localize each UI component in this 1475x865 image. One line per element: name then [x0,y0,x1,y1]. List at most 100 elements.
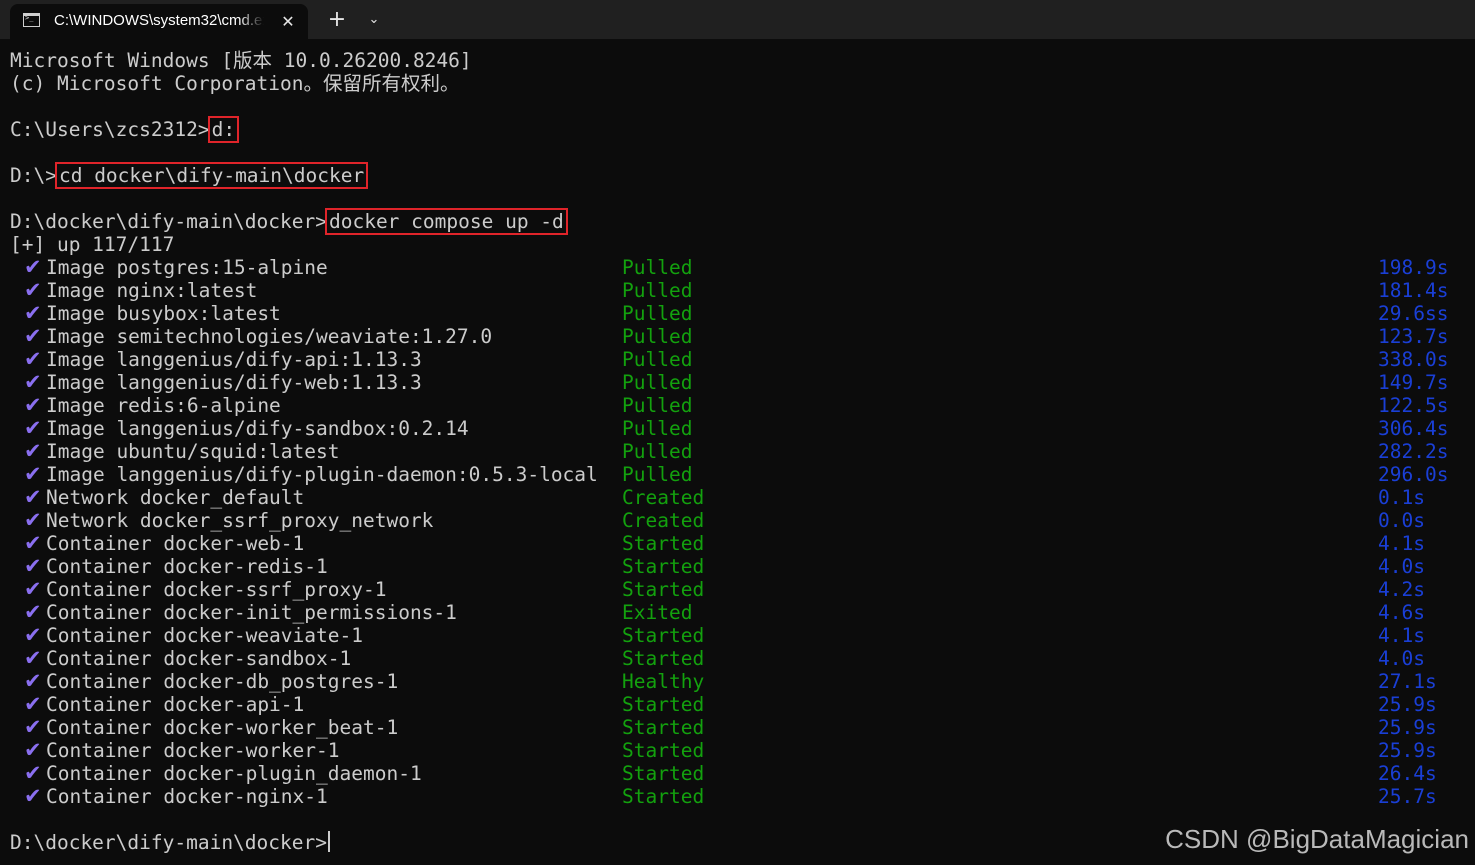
check-icon: ✔ [24,577,42,601]
item-status: Healthy [622,670,705,693]
item-time: 4.0s [1378,647,1425,670]
item-name: Image busybox:latest [46,302,281,325]
item-time: 27.1s [1378,670,1437,693]
item-time: 25.9s [1378,693,1437,716]
item-time: 296.0s [1378,463,1449,486]
item-name: Image redis:6-alpine [46,394,281,417]
item-status: Pulled [622,463,693,486]
item-status: Started [622,785,705,808]
item-name: Image nginx:latest [46,279,258,302]
check-icon: ✔ [24,278,42,302]
progress-line: [+] up 117/117 [10,233,175,256]
item-time: 123.7s [1378,325,1449,348]
item-name: Image postgres:15-alpine [46,256,328,279]
item-name: Image ubuntu/squid:latest [46,440,340,463]
item-time: 4.0s [1378,555,1425,578]
item-name: Container docker-redis-1 [46,555,328,578]
item-status: Created [622,486,705,509]
title-bar: C:\WINDOWS\system32\cmd.exe ✕ + ⌄ [0,0,1475,39]
check-icon: ✔ [24,554,42,578]
check-icon: ✔ [24,738,42,762]
item-status: Exited [622,601,693,624]
item-status: Started [622,693,705,716]
item-time: 0.1s [1378,486,1425,509]
item-name: Image langgenius/dify-plugin-daemon:0.5.… [46,463,598,486]
check-icon: ✔ [24,324,42,348]
item-name: Network docker_default [46,486,305,509]
item-time: 29.6ss [1378,302,1449,325]
check-icon: ✔ [24,623,42,647]
command-prompt: D:\docker\dify-main\docker> [10,210,327,233]
item-status: Created [622,509,705,532]
terminal-output[interactable]: Microsoft Windows [版本 10.0.26200.8246] (… [0,39,1475,865]
item-status: Pulled [622,256,693,279]
check-icon: ✔ [24,301,42,325]
check-icon: ✔ [24,531,42,555]
item-status: Pulled [622,371,693,394]
check-icon: ✔ [24,715,42,739]
item-time: 25.7s [1378,785,1437,808]
check-icon: ✔ [24,646,42,670]
check-icon: ✔ [24,485,42,509]
check-icon: ✔ [24,393,42,417]
text-cursor [327,831,330,852]
item-status: Pulled [622,348,693,371]
command-line: D:\docker\dify-main\docker> docker compos… [10,208,568,235]
item-name: Image langgenius/dify-web:1.13.3 [46,371,422,394]
check-icon: ✔ [24,462,42,486]
item-name: Image langgenius/dify-sandbox:0.2.14 [46,417,469,440]
item-status: Pulled [622,394,693,417]
item-time: 198.9s [1378,256,1449,279]
check-icon: ✔ [24,600,42,624]
item-name: Image langgenius/dify-api:1.13.3 [46,348,422,371]
item-time: 181.4s [1378,279,1449,302]
terminal-header-line: (c) Microsoft Corporation。保留所有权利。 [10,72,460,95]
item-status: Started [622,532,705,555]
terminal-icon [23,13,40,27]
check-icon: ✔ [24,439,42,463]
item-time: 282.2s [1378,440,1449,463]
check-icon: ✔ [24,370,42,394]
item-name: Container docker-web-1 [46,532,305,555]
item-status: Started [622,578,705,601]
command-line: C:\Users\zcs2312> d: [10,116,240,143]
item-status: Started [622,555,705,578]
item-time: 26.4s [1378,762,1437,785]
tab-cmd[interactable]: C:\WINDOWS\system32\cmd.exe ✕ [10,4,308,39]
check-icon: ✔ [24,416,42,440]
command-prompt: D:\> [10,164,57,187]
item-status: Pulled [622,417,693,440]
new-tab-button[interactable]: + [322,6,352,34]
item-name: Container docker-sandbox-1 [46,647,352,670]
close-tab-icon[interactable]: ✕ [276,10,300,34]
item-time: 4.2s [1378,578,1425,601]
item-status: Pulled [622,440,693,463]
final-prompt-line[interactable]: D:\docker\dify-main\docker> [10,831,330,854]
item-name: Container docker-nginx-1 [46,785,328,808]
command-prompt: C:\Users\zcs2312> [10,118,210,141]
command-text: d: [207,116,240,143]
command-line: D:\> cd docker\dify-main\docker [10,162,369,189]
item-name: Container docker-ssrf_proxy-1 [46,578,387,601]
item-status: Started [622,716,705,739]
item-time: 0.0s [1378,509,1425,532]
terminal-header-line: Microsoft Windows [版本 10.0.26200.8246] [10,49,472,72]
check-icon: ✔ [24,255,42,279]
item-time: 338.0s [1378,348,1449,371]
check-icon: ✔ [24,692,42,716]
item-time: 25.9s [1378,716,1437,739]
check-icon: ✔ [24,508,42,532]
item-time: 122.5s [1378,394,1449,417]
item-status: Started [622,762,705,785]
item-time: 4.1s [1378,624,1425,647]
item-time: 4.1s [1378,532,1425,555]
item-name: Container docker-init_permissions-1 [46,601,457,624]
item-name: Container docker-weaviate-1 [46,624,363,647]
tab-title: C:\WINDOWS\system32\cmd.exe [54,12,264,29]
item-name: Container docker-worker_beat-1 [46,716,399,739]
watermark: CSDN @BigDataMagician [1165,824,1469,854]
chevron-down-icon[interactable]: ⌄ [360,6,388,34]
check-icon: ✔ [24,669,42,693]
check-icon: ✔ [24,761,42,785]
item-time: 4.6s [1378,601,1425,624]
